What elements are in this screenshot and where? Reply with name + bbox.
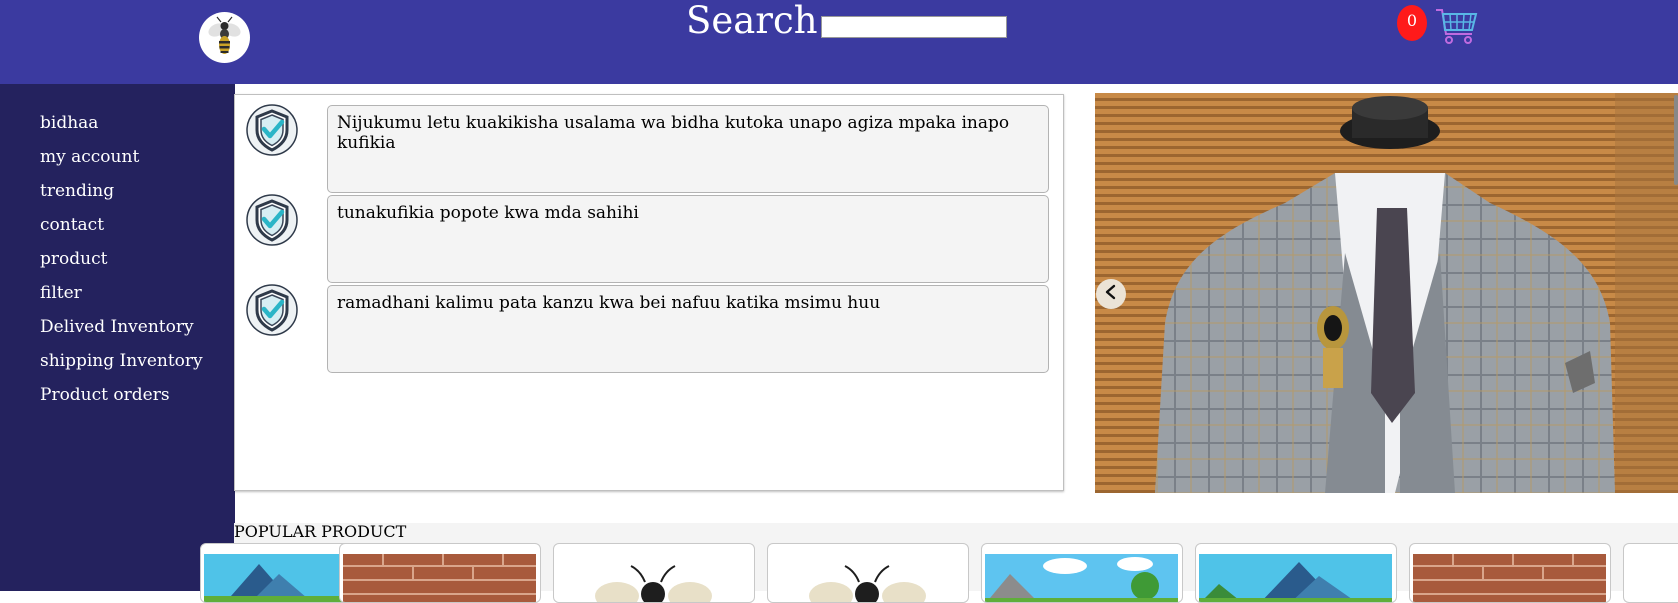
- product-image-mountain: [1199, 554, 1392, 602]
- product-image-wasp: [557, 554, 750, 602]
- product-image-landscape: [985, 554, 1178, 602]
- popular-products-title: POPULAR PRODUCT: [234, 522, 407, 541]
- sidebar-item-trending[interactable]: trending: [40, 182, 203, 216]
- shield-check-icon: [246, 284, 298, 336]
- sidebar-item-my-account[interactable]: my account: [40, 148, 203, 182]
- hero-carousel-image: [1095, 93, 1678, 493]
- chevron-left-icon: [1103, 284, 1119, 304]
- product-card[interactable]: [981, 543, 1183, 603]
- cart-count-badge: 0: [1397, 5, 1427, 41]
- feature-item: Nijukumu letu kuakikisha usalama wa bidh…: [235, 95, 1065, 193]
- sidebar-item-shipping-inventory[interactable]: shipping Inventory: [40, 352, 203, 386]
- sidebar-menu: bidhaa my account trending contact produ…: [40, 114, 203, 420]
- shopping-cart-icon[interactable]: [1434, 6, 1478, 46]
- product-card[interactable]: [767, 543, 969, 603]
- feature-text-box: ramadhani kalimu pata kanzu kwa bei nafu…: [327, 285, 1049, 373]
- sidebar-item-delived-inventory[interactable]: Delived Inventory: [40, 318, 203, 352]
- sidebar-item-product[interactable]: product: [40, 250, 203, 284]
- search-input[interactable]: [821, 16, 1007, 38]
- shield-check-icon: [246, 194, 298, 246]
- feature-item: ramadhani kalimu pata kanzu kwa bei nafu…: [235, 275, 1065, 373]
- header-bar: Search 0: [0, 0, 1678, 84]
- product-card[interactable]: [1195, 543, 1397, 603]
- product-card[interactable]: [1623, 543, 1678, 603]
- sidebar-item-product-orders[interactable]: Product orders: [40, 386, 203, 420]
- carousel-scrollbar[interactable]: [1674, 95, 1678, 185]
- search-label: Search: [686, 0, 818, 42]
- shield-check-icon: [246, 104, 298, 156]
- sidebar-item-filter[interactable]: filter: [40, 284, 203, 318]
- sidebar-item-bidhaa[interactable]: bidhaa: [40, 114, 203, 148]
- product-image-brick: [343, 554, 536, 602]
- product-card[interactable]: [339, 543, 541, 603]
- sidebar-item-contact[interactable]: contact: [40, 216, 203, 250]
- feature-item: tunakufikia popote kwa mda sahihi: [235, 185, 1065, 283]
- product-card[interactable]: [553, 543, 755, 603]
- wasp-logo-icon[interactable]: [199, 12, 250, 63]
- product-image-wasp: [771, 554, 964, 602]
- product-image-brick: [1413, 554, 1606, 602]
- features-panel: Nijukumu letu kuakikisha usalama wa bidh…: [234, 94, 1064, 491]
- carousel-prev-button[interactable]: [1096, 279, 1126, 309]
- feature-text-box: tunakufikia popote kwa mda sahihi: [327, 195, 1049, 283]
- feature-text-box: Nijukumu letu kuakikisha usalama wa bidh…: [327, 105, 1049, 193]
- product-card[interactable]: [1409, 543, 1611, 603]
- sidebar: bidhaa my account trending contact produ…: [0, 84, 235, 591]
